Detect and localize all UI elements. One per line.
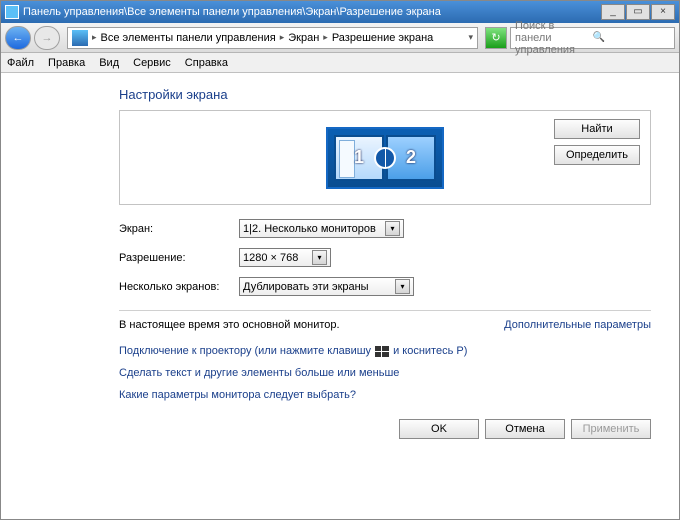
content-area: Настройки экрана Найти Определить 1 2 Эк… [1, 73, 679, 449]
search-box[interactable]: Поиск в панели управления 🔍 [510, 27, 675, 49]
minimize-button[interactable]: _ [601, 4, 625, 20]
menu-help[interactable]: Справка [185, 57, 228, 69]
multi-display-value: Дублировать эти экраны [243, 281, 392, 293]
divider [119, 310, 651, 311]
nav-toolbar: ← → ▸ Все элементы панели управления ▸ Э… [1, 23, 679, 53]
multi-display-dropdown[interactable]: Дублировать эти экраны ▾ [239, 277, 414, 296]
titlebar-path: Панель управления\Все элементы панели уп… [23, 6, 601, 18]
cancel-button[interactable]: Отмена [485, 419, 565, 439]
chevron-down-icon: ▾ [312, 250, 327, 265]
advanced-settings-link[interactable]: Дополнительные параметры [504, 319, 651, 331]
breadcrumb[interactable]: Экран [288, 32, 319, 44]
breadcrumb[interactable]: Разрешение экрана [332, 32, 433, 44]
app-icon [5, 5, 19, 19]
display-value: 1|2. Несколько мониторов [243, 223, 382, 235]
search-icon: 🔍 [593, 32, 671, 43]
search-placeholder: Поиск в панели управления [515, 20, 593, 56]
close-button[interactable]: × [651, 4, 675, 20]
menu-bar: Файл Правка Вид Сервис Справка [1, 53, 679, 73]
refresh-button[interactable]: ↻ [485, 27, 507, 49]
projector-link[interactable]: Подключение к проектору (или нажмите кла… [119, 345, 651, 357]
back-button[interactable]: ← [5, 26, 31, 50]
page-heading: Настройки экрана [119, 87, 651, 102]
find-button[interactable]: Найти [554, 119, 640, 139]
mirror-badge-icon [374, 147, 396, 169]
chevron-down-icon: ▾ [385, 221, 400, 236]
primary-monitor-status: В настоящее время это основной монитор. [119, 319, 504, 331]
refresh-icon: ↻ [491, 31, 500, 44]
monitor-group[interactable]: 1 2 [326, 127, 444, 189]
display-preview: Найти Определить 1 2 [119, 110, 651, 205]
menu-edit[interactable]: Правка [48, 57, 85, 69]
resolution-value: 1280 × 768 [243, 252, 309, 264]
dialog-buttons: OK Отмена Применить [119, 419, 651, 439]
back-icon: ← [13, 32, 24, 44]
display-dropdown[interactable]: 1|2. Несколько мониторов ▾ [239, 219, 404, 238]
crumb-sep: ▸ [323, 32, 328, 43]
history-dropdown-icon[interactable]: ▾ [468, 32, 473, 43]
breadcrumb[interactable]: Все элементы панели управления [101, 32, 276, 44]
maximize-button[interactable]: ▭ [626, 4, 650, 20]
crumb-sep: ▸ [92, 32, 97, 43]
forward-icon: → [42, 32, 53, 44]
label-multi: Несколько экранов: [119, 281, 239, 293]
resolution-dropdown[interactable]: 1280 × 768 ▾ [239, 248, 331, 267]
textsize-link[interactable]: Сделать текст и другие элементы больше и… [119, 367, 651, 379]
address-bar[interactable]: ▸ Все элементы панели управления ▸ Экран… [67, 27, 478, 49]
which-settings-link[interactable]: Какие параметры монитора следует выбрать… [119, 389, 651, 401]
chevron-down-icon: ▾ [395, 279, 410, 294]
label-display: Экран: [119, 223, 239, 235]
menu-file[interactable]: Файл [7, 57, 34, 69]
label-resolution: Разрешение: [119, 252, 239, 264]
crumb-sep: ▸ [280, 32, 285, 43]
menu-tools[interactable]: Сервис [133, 57, 171, 69]
forward-button[interactable]: → [34, 26, 60, 50]
identify-button[interactable]: Определить [554, 145, 640, 165]
menu-view[interactable]: Вид [99, 57, 119, 69]
windows-key-icon [375, 346, 389, 357]
location-icon [72, 30, 88, 46]
apply-button[interactable]: Применить [571, 419, 651, 439]
ok-button[interactable]: OK [399, 419, 479, 439]
